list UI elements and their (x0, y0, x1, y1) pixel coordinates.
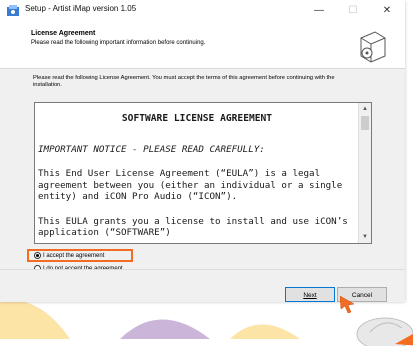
minimize-button[interactable]: — (304, 2, 334, 20)
scroll-up-icon[interactable]: ▲ (359, 103, 371, 115)
accept-radio-icon[interactable] (34, 252, 41, 259)
license-text-box[interactable]: SOFTWARE LICENSE AGREEMENT IMPORTANT NOT… (34, 102, 372, 244)
wizard-body: Please read the following License Agreem… (0, 69, 405, 272)
page-subtitle: Please read the following important info… (31, 40, 206, 46)
intro-text: Please read the following License Agreem… (33, 75, 335, 88)
accept-radio-option[interactable]: I accept the agreement (34, 250, 104, 261)
title-bar: Setup - Artist iMap version 1.05 — ☐ ✕ (0, 0, 405, 22)
page-title: License Agreement (31, 30, 96, 37)
wizard-header: License Agreement Please read the follow… (0, 22, 405, 69)
install-box-icon (360, 31, 386, 63)
scroll-down-icon[interactable]: ▼ (359, 231, 371, 243)
license-paragraph: This End User License Agreement (“EULA”)… (38, 168, 343, 202)
maximize-button[interactable]: ☐ (338, 2, 368, 20)
accept-label[interactable]: I accept the agreement (43, 253, 104, 259)
setup-app-icon (7, 5, 19, 16)
license-scrollbar[interactable]: ▲ ▼ (358, 103, 371, 243)
license-notice: IMPORTANT NOTICE - PLEASE READ CAREFULLY… (38, 143, 265, 155)
license-paragraph: This EULA grants you a license to instal… (38, 215, 348, 239)
license-text: SOFTWARE LICENSE AGREEMENT IMPORTANT NOT… (38, 103, 356, 239)
window-title: Setup - Artist iMap version 1.05 (25, 4, 137, 13)
setup-window: Setup - Artist iMap version 1.05 — ☐ ✕ L… (0, 0, 405, 302)
next-button-label: Next (303, 292, 317, 299)
scroll-thumb[interactable] (361, 116, 369, 130)
close-button[interactable]: ✕ (372, 2, 402, 20)
next-button[interactable]: Next (285, 287, 335, 302)
license-heading: SOFTWARE LICENSE AGREEMENT (121, 113, 273, 124)
